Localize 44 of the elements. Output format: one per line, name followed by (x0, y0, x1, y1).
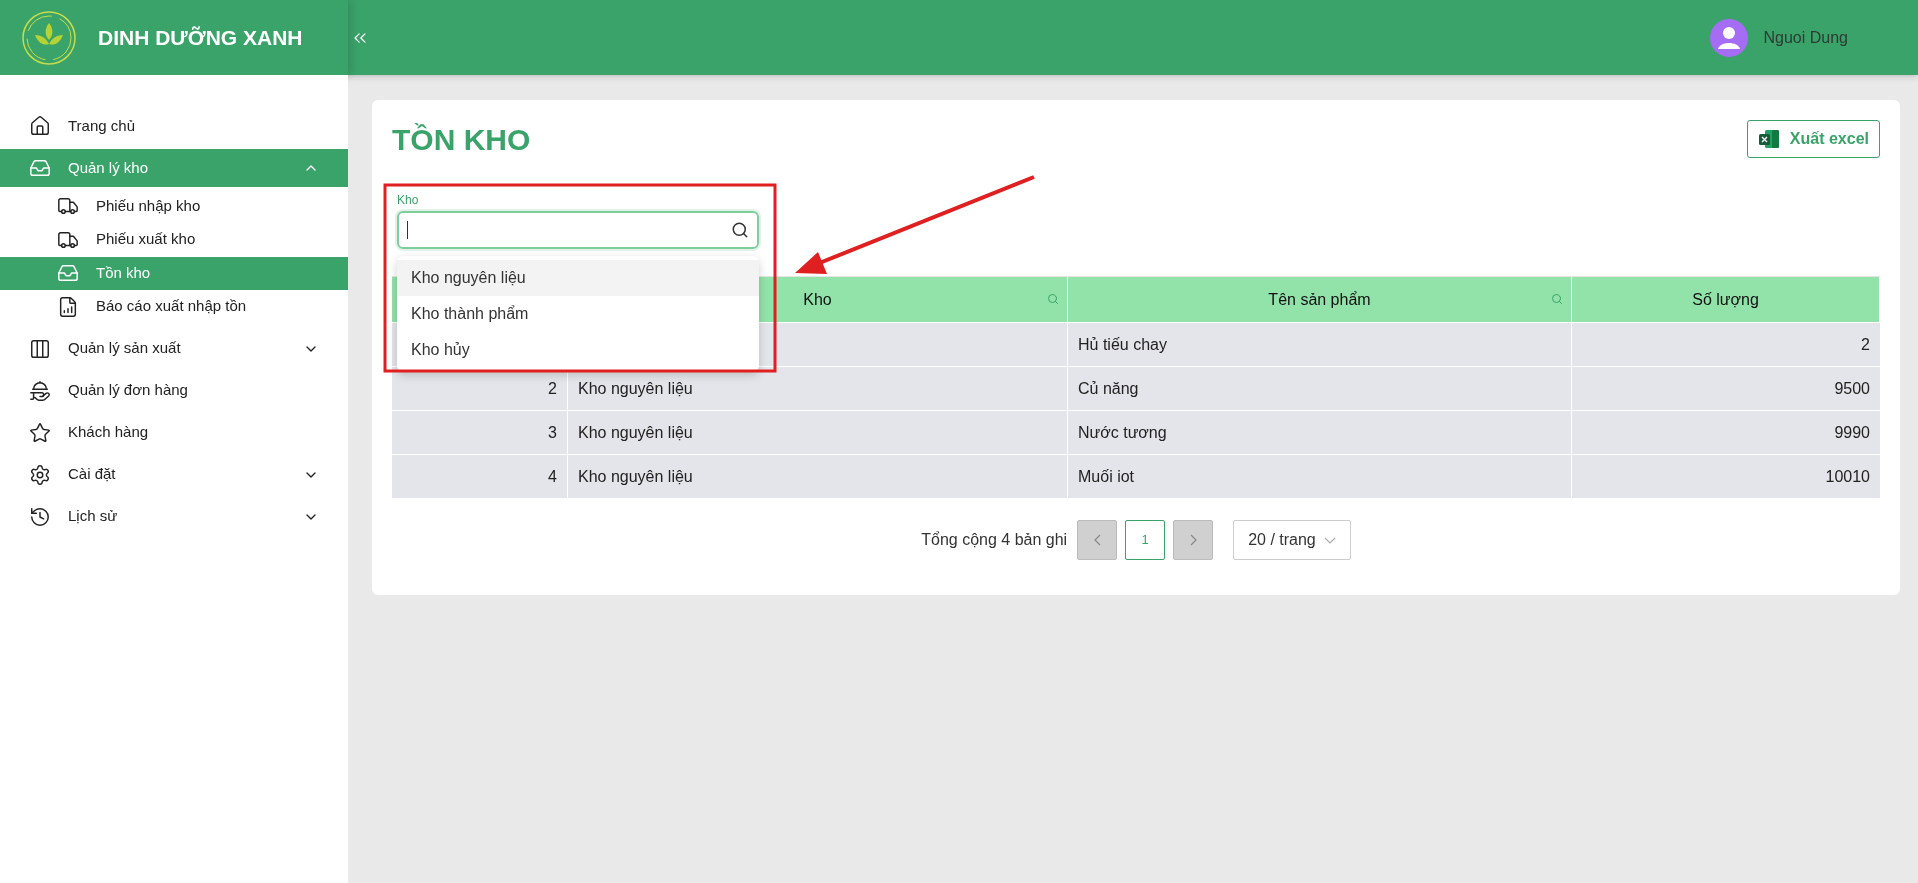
sidebar-item[interactable]: Quản lý sản xuất (0, 329, 348, 368)
sidebar-item[interactable]: Quản lý đơn hàng (0, 371, 348, 410)
star-icon (29, 421, 51, 444)
user-name[interactable]: Nguoi Dung (1763, 25, 1848, 50)
chevron-left-icon (1093, 534, 1101, 546)
table-cell: Muối iot (1068, 455, 1572, 498)
dropdown-option[interactable]: Kho nguyên liệu (397, 260, 759, 296)
avatar-icon[interactable] (1709, 18, 1748, 57)
page-title: TỒN KHO (392, 122, 531, 158)
filter-label: Kho (397, 192, 420, 208)
sidebar-subitem[interactable]: Phiếu xuất kho (0, 223, 348, 256)
column-search-icon[interactable] (1551, 293, 1563, 305)
sidebar-item[interactable]: Cài đặt (0, 455, 348, 494)
sidebar-item[interactable]: Trang chủ (0, 107, 348, 145)
table-cell-text: 9500 (1833, 378, 1871, 399)
table-cell-text: 9990 (1833, 422, 1871, 443)
chevron-right-icon (1189, 534, 1197, 546)
search-icon[interactable] (731, 221, 749, 239)
table-cell-text: 10010 (1824, 466, 1871, 487)
report-icon (57, 295, 79, 318)
clock-icon (29, 505, 51, 528)
column-search-icon[interactable] (1047, 293, 1059, 305)
leaf-logo-icon (20, 8, 78, 67)
inbox-icon (29, 157, 51, 179)
sidebar-item[interactable]: Khách hàng (0, 413, 348, 452)
table-cell-text: 2 (1860, 334, 1871, 355)
brand-name: DINH DƯỠNG XANH (98, 24, 303, 51)
sidebar-item[interactable]: Lịch sử (0, 497, 348, 536)
sidebar-subitem[interactable]: Phiếu nhập kho (0, 189, 348, 223)
truck-icon (57, 195, 79, 217)
serving-hand-icon (29, 379, 51, 402)
page-size-select[interactable]: 20 / trang (1233, 520, 1351, 560)
settings-icon (29, 463, 51, 486)
inbox-icon (57, 262, 79, 284)
board-icon (29, 337, 51, 360)
warehouse-search-field[interactable] (397, 211, 759, 249)
record-count: Tổng cộng 4 bản ghi (921, 530, 1068, 550)
table-cell: Kho nguyên liệu (568, 455, 1068, 498)
dropdown-option[interactable]: Kho hủy (397, 332, 759, 368)
chevron-down-icon (1323, 536, 1336, 544)
home-icon (29, 115, 51, 137)
table-cell: 4 (392, 455, 568, 498)
spreadsheet-icon (1757, 128, 1780, 150)
sidebar-subitem[interactable]: Báo cáo xuất nhập tồn (0, 290, 348, 323)
